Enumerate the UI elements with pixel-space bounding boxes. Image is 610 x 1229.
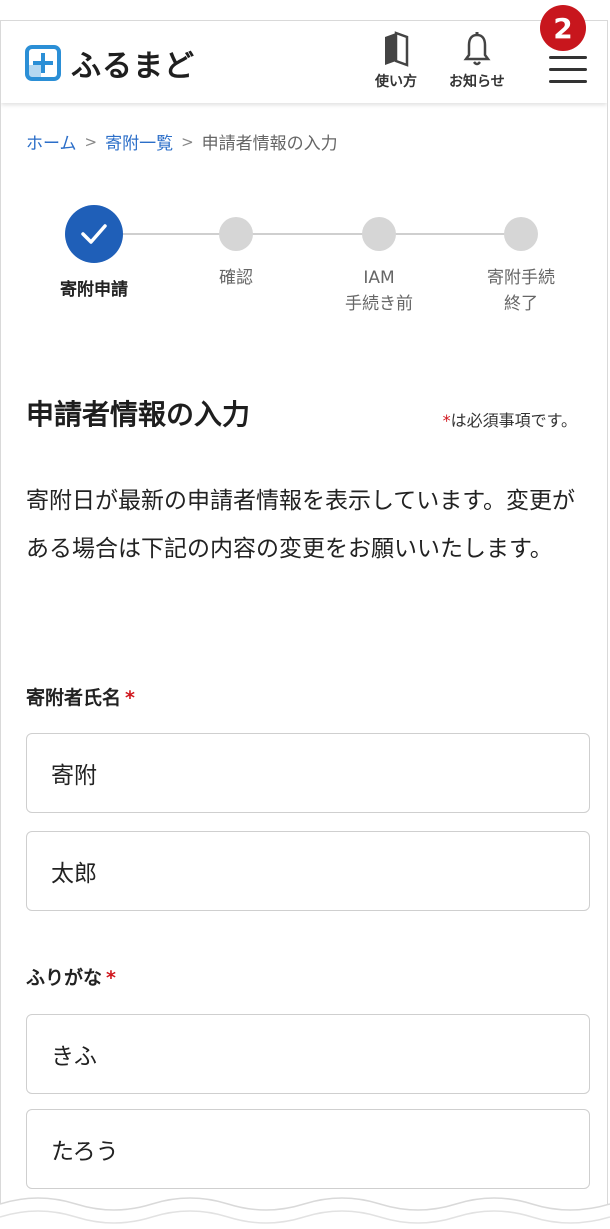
required-asterisk: *	[125, 687, 135, 709]
breadcrumb-home-link[interactable]: ホーム	[26, 129, 77, 154]
logo-text: ふるまど	[71, 49, 195, 84]
step-complete-icon	[65, 205, 123, 263]
step-pending-icon	[219, 217, 253, 251]
stepper-line	[94, 233, 522, 235]
step-label: 寄附手続 終了	[487, 268, 555, 314]
step-confirm: 確認	[176, 201, 296, 291]
notification-badge: 2	[540, 5, 586, 51]
site-header: ふるまど 使い方 お知らせ	[1, 21, 607, 103]
progress-stepper: 寄附申請 確認 IAM 手続き前 寄附手続 終了	[1, 201, 607, 341]
notice-button[interactable]: お知らせ	[449, 31, 505, 91]
step-iam: IAM 手続き前	[319, 201, 439, 317]
menu-line-icon	[549, 80, 587, 83]
bell-icon	[463, 32, 491, 66]
last-name-value: 寄附	[51, 763, 97, 789]
step-label: 寄附申請	[60, 280, 128, 300]
menu-line-icon	[549, 56, 587, 59]
step-label: 確認	[219, 268, 253, 288]
required-asterisk: *	[442, 411, 451, 430]
required-note-text: は必須事項です。	[450, 411, 577, 430]
required-note: *は必須事項です。	[443, 407, 577, 431]
step-finish: 寄附手続 終了	[461, 201, 581, 317]
notice-label: お知らせ	[449, 74, 505, 90]
guide-label: 使い方	[375, 74, 417, 90]
breadcrumb-current: 申請者情報の入力	[201, 134, 338, 154]
last-kana-value: きふ	[51, 1044, 97, 1070]
first-kana-value: たろう	[51, 1139, 119, 1165]
intro-text: 寄附日が最新の申請者情報を表示しています。変更がある場合は下記の内容の変更をお願…	[26, 488, 576, 562]
guide-button[interactable]: 使い方	[375, 31, 417, 91]
step-pending-icon	[362, 217, 396, 251]
torn-edge-divider	[0, 1197, 610, 1229]
step-apply: 寄附申請	[34, 201, 154, 303]
name-label-text: 寄附者氏名	[26, 687, 122, 709]
kana-label: ふりがな *	[26, 963, 116, 990]
menu-line-icon	[549, 68, 587, 71]
step-label: IAM 手続き前	[345, 268, 413, 314]
step-pending-icon	[504, 217, 538, 251]
name-label: 寄附者氏名 *	[26, 683, 135, 710]
logo-mark-icon	[25, 45, 61, 81]
kana-label-text: ふりがな	[26, 967, 103, 989]
book-icon	[385, 31, 409, 67]
first-name-input[interactable]: 太郎	[26, 831, 590, 911]
breadcrumb: ホーム > 寄附一覧 > 申請者情報の入力	[26, 129, 338, 155]
breadcrumb-separator: >	[181, 132, 194, 151]
first-kana-input[interactable]: たろう	[26, 1109, 590, 1189]
app-frame: ふるまど 使い方 お知らせ ホーム > 寄附一覧 > 申請者情報の入力 寄附申請…	[0, 20, 608, 1229]
checkmark-icon	[81, 224, 107, 244]
required-asterisk: *	[106, 967, 116, 989]
first-name-value: 太郎	[51, 861, 97, 887]
site-logo[interactable]: ふるまど	[25, 41, 195, 85]
last-kana-input[interactable]: きふ	[26, 1014, 590, 1094]
breadcrumb-separator: >	[84, 132, 98, 151]
last-name-input[interactable]: 寄附	[26, 733, 590, 813]
page-title: 申請者情報の入力	[26, 398, 251, 431]
breadcrumb-list-link[interactable]: 寄附一覧	[105, 129, 173, 154]
